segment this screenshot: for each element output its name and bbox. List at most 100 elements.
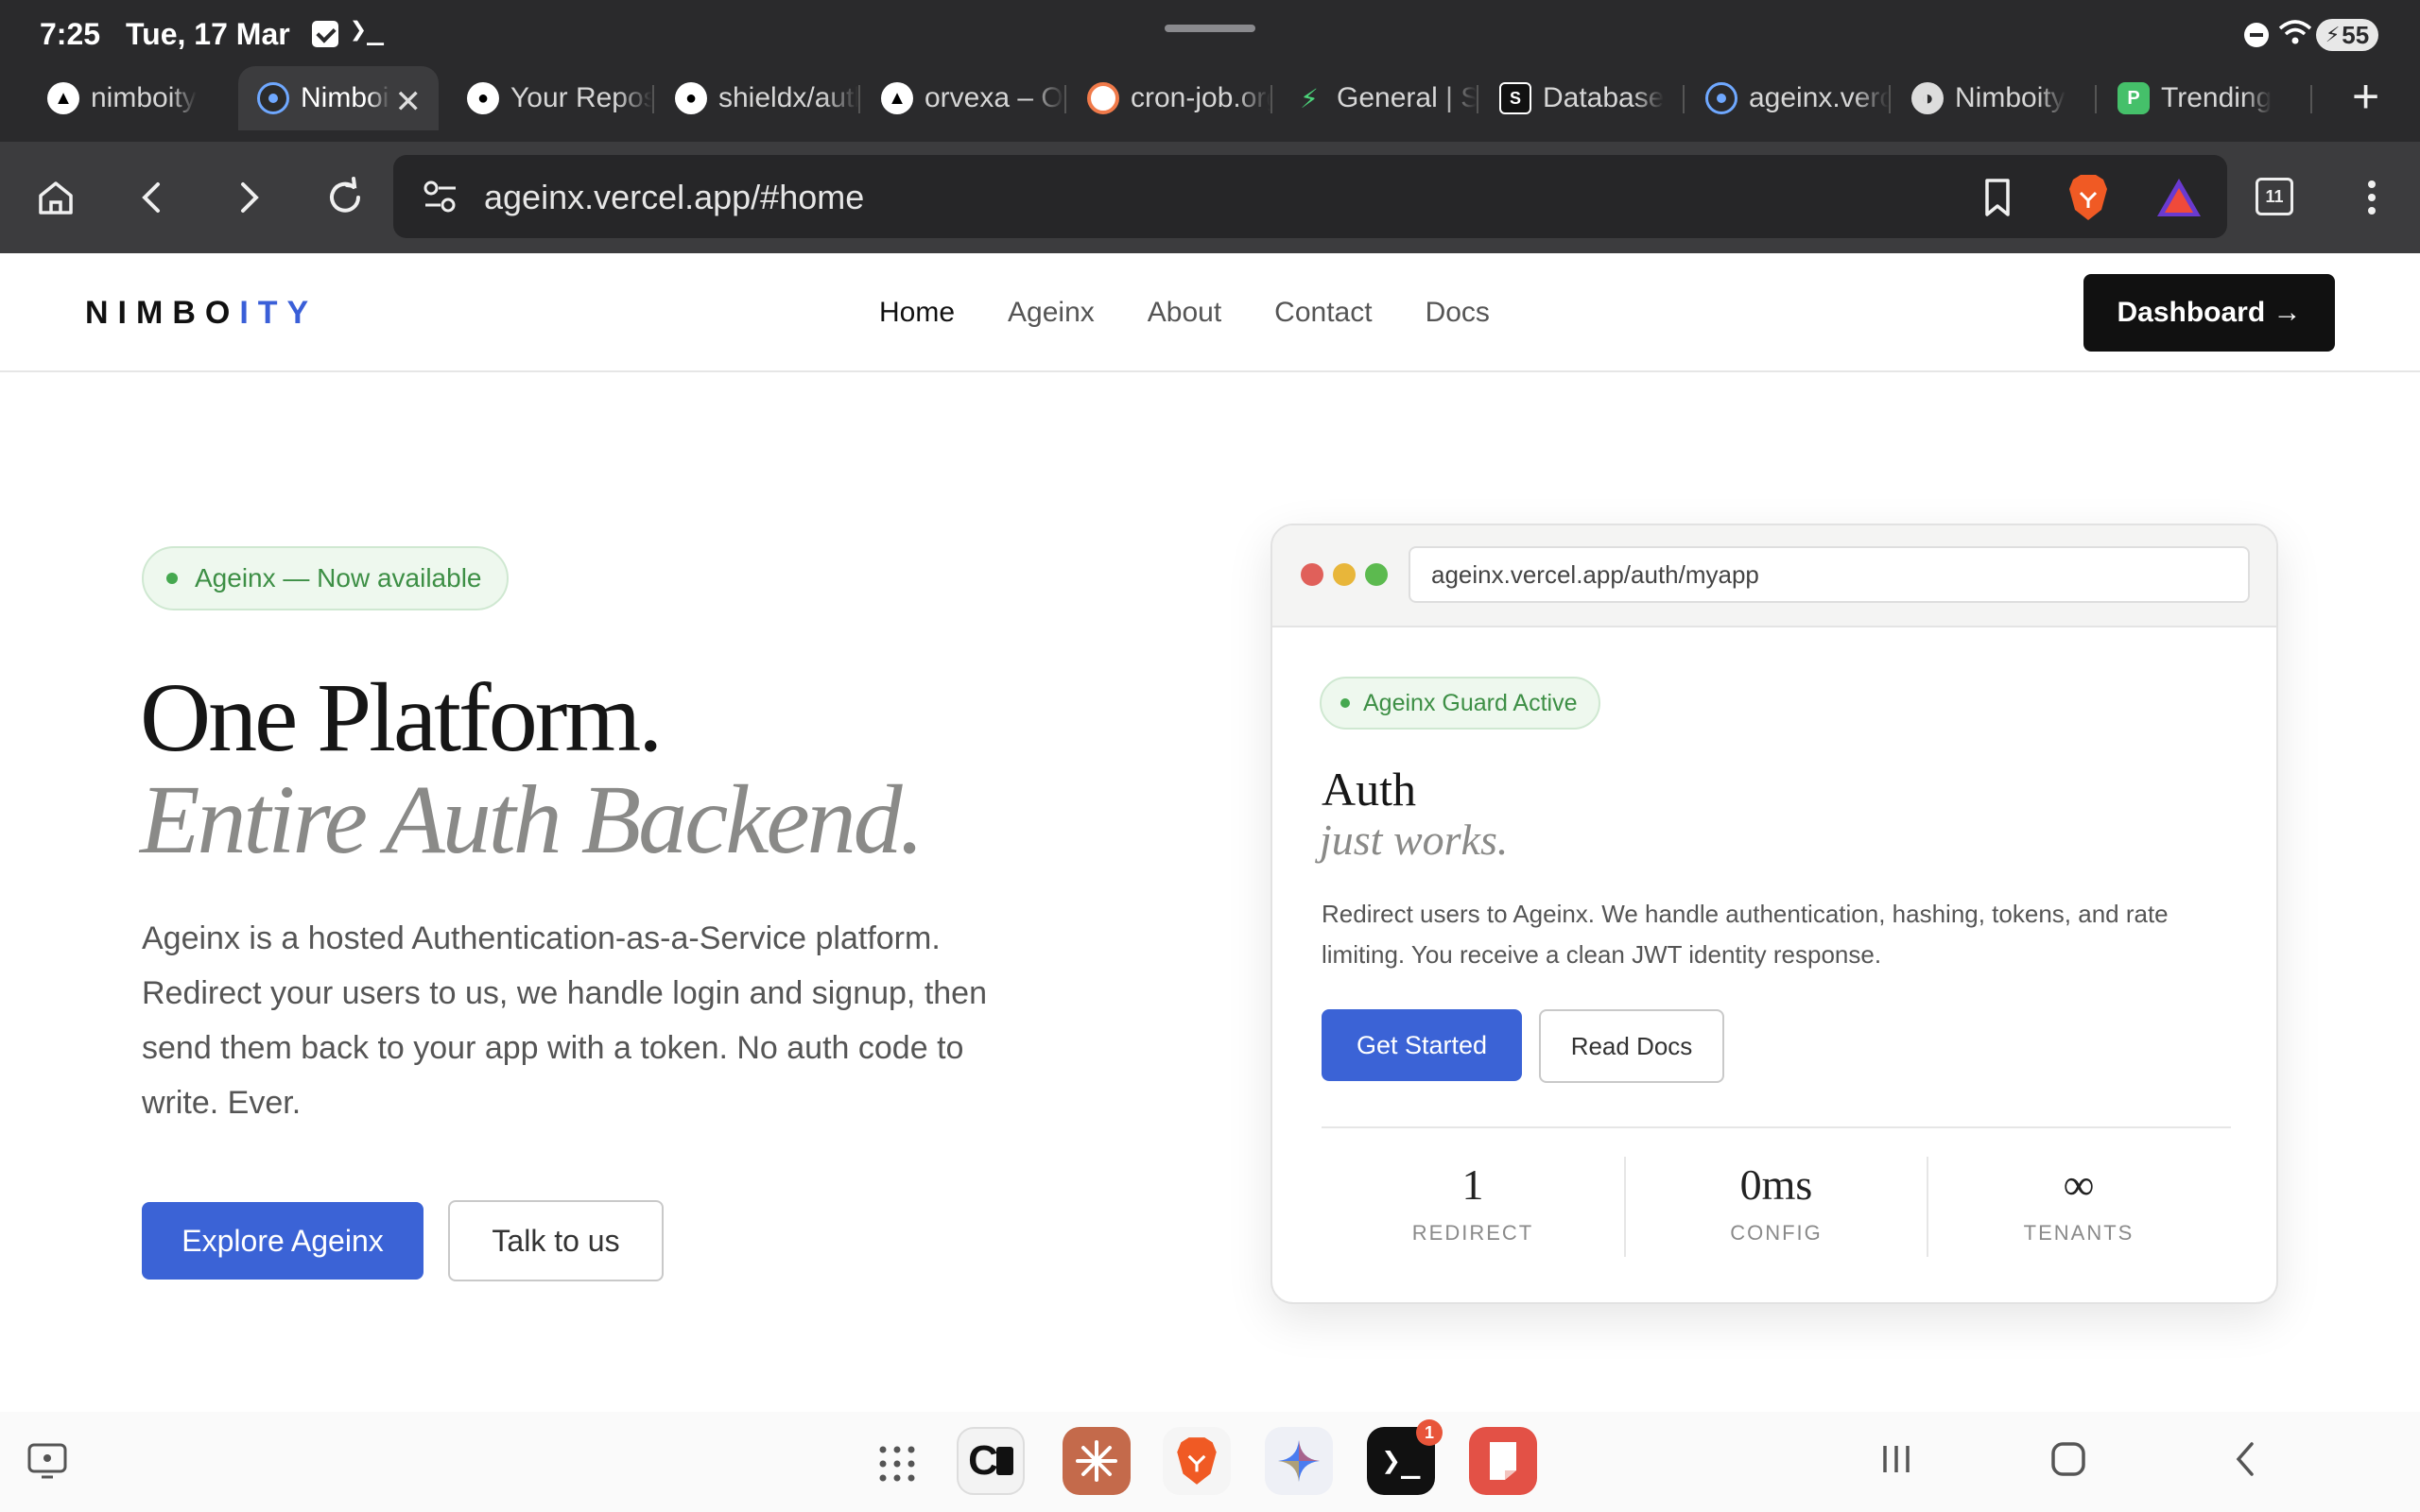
- dock-app-brave-icon[interactable]: [1163, 1427, 1231, 1495]
- wifi-icon: [2278, 20, 2312, 44]
- tab-separator: [1477, 85, 1478, 113]
- talk-to-us-button[interactable]: Talk to us: [448, 1200, 664, 1281]
- screen-cast-icon[interactable]: [26, 1442, 68, 1480]
- back-button[interactable]: [127, 172, 178, 223]
- tab-separator: [1270, 85, 1272, 113]
- dock-app-claude-icon[interactable]: [1063, 1427, 1131, 1495]
- site-logo[interactable]: NIMBOITY: [85, 295, 318, 332]
- read-docs-button[interactable]: Read Docs: [1539, 1009, 1724, 1083]
- hero-description: Ageinx is a hosted Authentication-as-a-S…: [142, 920, 987, 1121]
- dock-app-terminal-icon[interactable]: ❯_ 1: [1367, 1419, 1443, 1495]
- nimboity-icon: [257, 82, 289, 114]
- menu-button[interactable]: [2346, 172, 2397, 223]
- preview-card: ageinx.vercel.app/auth/myapp Ageinx Guar…: [1270, 524, 2278, 1304]
- site-header: NIMBOITY Home Ageinx About Contact Docs …: [0, 253, 2420, 372]
- checkbox-notification-icon: [312, 21, 338, 47]
- battery-indicator: ⚡ 55: [2316, 19, 2378, 51]
- maximize-dot-icon: [1365, 563, 1388, 586]
- status-bar: 7:25 Tue, 17 Mar ❯_ ⚡ 55: [0, 0, 2420, 66]
- more-vertical-icon: [2368, 180, 2376, 215]
- card-title-line2: just works.: [1320, 816, 1509, 864]
- tab-separator: [2310, 85, 2312, 113]
- tab-separator: [858, 85, 860, 113]
- tab-orvexa[interactable]: ▲ orvexa – Overview: [862, 66, 1064, 130]
- guard-status-label: Ageinx Guard Active: [1363, 689, 1578, 716]
- tab-nimboity-active[interactable]: Nimboity ✕: [238, 66, 439, 130]
- nav-about[interactable]: About: [1148, 297, 1221, 329]
- bolt-icon: ⚡: [1300, 83, 1319, 113]
- site-settings-icon[interactable]: [422, 180, 459, 214]
- brave-rewards-button[interactable]: [2153, 172, 2204, 223]
- stat-label: TENANTS: [2023, 1221, 2135, 1245]
- home-nav-icon[interactable]: [2049, 1440, 2087, 1478]
- hero-title-line2: Entire Auth Backend.: [140, 765, 925, 874]
- preview-url-field: ageinx.vercel.app/auth/myapp: [1409, 546, 2250, 603]
- tab-your-repositories[interactable]: ● Your Repositories: [448, 66, 652, 130]
- browser-toolbar: ageinx.vercel.app/#home 11: [0, 142, 2420, 253]
- get-started-button[interactable]: Get Started: [1322, 1009, 1522, 1081]
- status-time: 7:25: [40, 17, 101, 51]
- card-divider: [1322, 1126, 2231, 1128]
- stat-tenants: ∞ TENANTS: [1927, 1159, 2230, 1255]
- nav-home[interactable]: Home: [879, 297, 955, 329]
- home-icon: [39, 181, 73, 215]
- window-drag-handle[interactable]: [1165, 25, 1255, 32]
- dock-app-gemini-icon[interactable]: [1265, 1427, 1333, 1495]
- battery-level: 55: [2342, 20, 2370, 49]
- p-badge-icon: P: [2118, 82, 2150, 114]
- home-button[interactable]: [30, 172, 81, 223]
- tab-separator: [1064, 85, 1066, 113]
- card-title-line1: Auth: [1322, 763, 1416, 816]
- forward-button[interactable]: [223, 172, 274, 223]
- tab-separator: [1683, 85, 1685, 113]
- system-navigation-bar: C ❯_ 1: [0, 1412, 2420, 1512]
- url-text[interactable]: ageinx.vercel.app/#home: [484, 178, 864, 217]
- tab-database[interactable]: S Database: [1480, 66, 1683, 130]
- recent-apps-icon[interactable]: [1877, 1440, 1915, 1478]
- tab-ageinx[interactable]: ageinx.vercel.app: [1686, 66, 1889, 130]
- brave-rewards-icon: [2157, 179, 2201, 216]
- reload-button[interactable]: [320, 172, 371, 223]
- stat-config: 0ms CONFIG: [1625, 1159, 1927, 1255]
- tab-nimboity[interactable]: ▲ nimboity: [28, 66, 231, 130]
- tab-separator: [1889, 85, 1891, 113]
- tab-separator: [2095, 85, 2097, 113]
- address-bar[interactable]: ageinx.vercel.app/#home: [393, 155, 2227, 238]
- nav-contact[interactable]: Contact: [1274, 297, 1372, 329]
- nimboity-icon: [1705, 82, 1737, 114]
- tab-nimboity-globe[interactable]: ◑ Nimboity: [1893, 66, 2095, 130]
- status-dot: [1340, 698, 1350, 708]
- stat-label: CONFIG: [1730, 1221, 1823, 1245]
- tab-shieldx[interactable]: ● shieldx/auth: [656, 66, 858, 130]
- new-tab-button[interactable]: +: [2352, 73, 2379, 120]
- chevron-left-icon: [142, 182, 160, 213]
- app-drawer-icon[interactable]: [877, 1444, 917, 1484]
- stat-value: ∞: [2063, 1160, 2095, 1209]
- bookmark-button[interactable]: [1972, 172, 2023, 223]
- tab-general-settings[interactable]: ⚡ General | Settings: [1274, 66, 1477, 130]
- cron-job-icon: [1087, 82, 1119, 114]
- do-not-disturb-icon: [2244, 23, 2269, 47]
- vercel-triangle-icon: ▲: [881, 82, 913, 114]
- minimize-dot-icon: [1333, 563, 1356, 586]
- brave-shields-button[interactable]: [2063, 172, 2114, 223]
- availability-badge: Ageinx — Now available: [142, 546, 509, 610]
- bookmark-icon: [1985, 179, 2010, 216]
- tab-switcher-button[interactable]: 11: [2256, 178, 2293, 215]
- nav-ageinx[interactable]: Ageinx: [1008, 297, 1095, 329]
- tab-trending[interactable]: P Trending: [2099, 66, 2307, 130]
- tab-separator: [652, 85, 654, 113]
- back-nav-icon[interactable]: [2227, 1440, 2265, 1478]
- site-nav: Home Ageinx About Contact Docs: [879, 297, 1490, 329]
- dock-app-code-icon[interactable]: C: [957, 1427, 1025, 1495]
- tab-cron-job[interactable]: cron-job.org: [1068, 66, 1270, 130]
- brave-lion-icon: [2069, 175, 2107, 220]
- github-icon: ●: [675, 82, 707, 114]
- nav-docs[interactable]: Docs: [1426, 297, 1490, 329]
- dock-app-notes-icon[interactable]: [1469, 1427, 1537, 1495]
- explore-ageinx-button[interactable]: Explore Ageinx: [142, 1202, 424, 1280]
- terminal-notification-icon: ❯_: [350, 13, 385, 46]
- dashboard-button[interactable]: Dashboard →: [2083, 274, 2335, 352]
- close-tab-icon[interactable]: ✕: [395, 83, 423, 121]
- status-dot: [166, 573, 178, 584]
